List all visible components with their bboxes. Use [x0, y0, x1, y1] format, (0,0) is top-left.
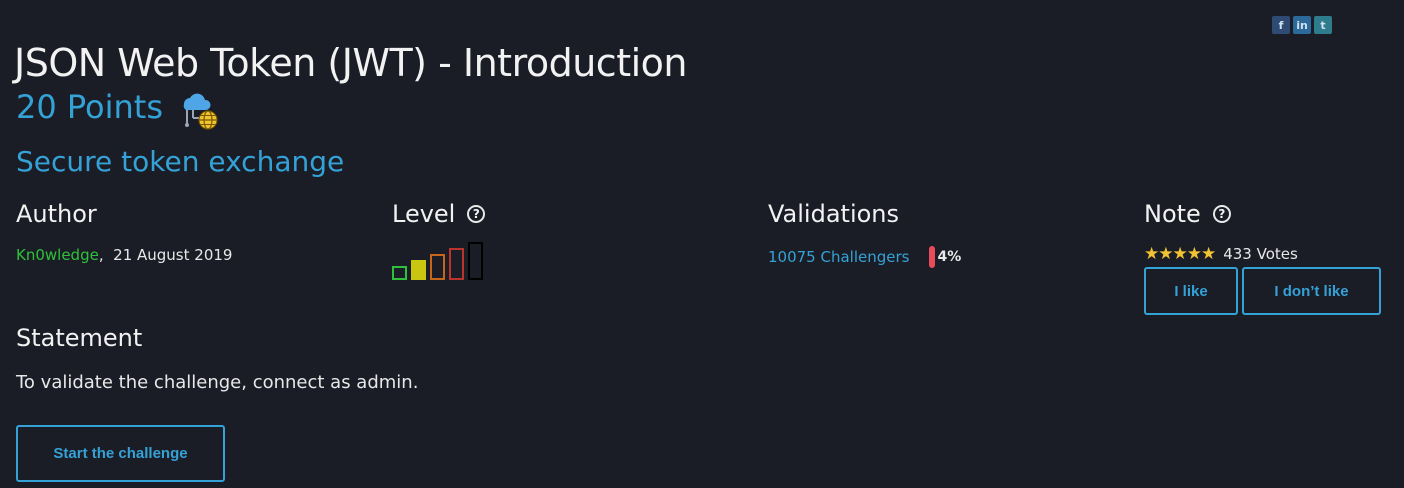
level-heading: Level ? [392, 200, 486, 228]
level-bar-1 [392, 266, 407, 280]
statement-heading: Statement [16, 324, 143, 352]
star-rating-icon: ★★★★★ [1144, 244, 1216, 264]
level-help-icon[interactable]: ? [467, 205, 486, 223]
author-heading-label: Author [16, 200, 97, 228]
statement-text: To validate the challenge, connect as ad… [16, 372, 419, 393]
publish-date: 21 August 2019 [113, 246, 233, 264]
twitter-icon[interactable]: t [1314, 16, 1332, 34]
challenge-points: 20 Points [16, 88, 164, 126]
facebook-icon[interactable]: f [1272, 16, 1290, 34]
votes-count: 433 Votes [1223, 245, 1298, 263]
author-name-link[interactable]: Kn0wledge [16, 246, 99, 264]
social-share-links: f in t [1272, 16, 1332, 34]
rating-summary: ★★★★★ 433 Votes [1144, 244, 1298, 264]
start-challenge-button[interactable]: Start the challenge [16, 425, 225, 482]
validation-percent-bar [929, 246, 936, 268]
validations-heading-label: Validations [768, 200, 900, 228]
note-heading: Note ? [1144, 200, 1231, 228]
level-bar-2 [411, 260, 426, 280]
cloud-network-globe-icon [183, 93, 218, 130]
challengers-link[interactable]: 10075 Challengers [768, 248, 909, 266]
level-bar-4 [449, 248, 464, 280]
validations-heading: Validations [768, 200, 899, 228]
like-button[interactable]: I like [1144, 267, 1238, 315]
author-info: Kn0wledge, 21 August 2019 [16, 246, 232, 264]
note-help-icon[interactable]: ? [1212, 205, 1231, 223]
validation-percent-label: 4% [937, 249, 962, 265]
page-title: JSON Web Token (JWT) - Introduction [14, 41, 688, 86]
author-heading: Author [16, 200, 97, 228]
validation-percent: 4% [929, 246, 961, 268]
challenge-subtitle: Secure token exchange [16, 145, 345, 178]
level-heading-label: Level [392, 200, 456, 228]
linkedin-icon[interactable]: in [1293, 16, 1311, 34]
dislike-button[interactable]: I don’t like [1242, 267, 1381, 315]
author-separator: , [98, 246, 104, 264]
difficulty-level-bars [392, 242, 483, 280]
level-bar-3 [430, 254, 445, 280]
validations-info: 10075 Challengers 4% [768, 246, 961, 268]
note-heading-label: Note [1144, 200, 1201, 228]
level-bar-5 [468, 242, 483, 280]
